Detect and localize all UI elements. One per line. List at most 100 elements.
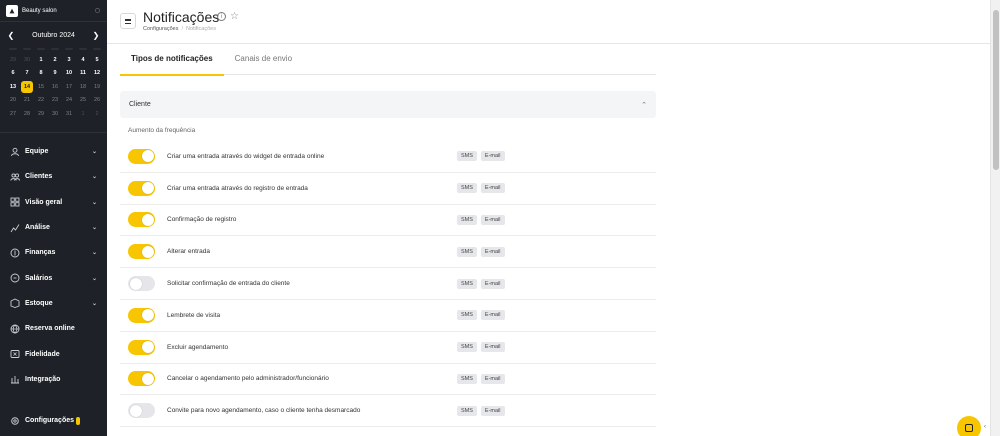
- menu-toggle-button[interactable]: [120, 13, 136, 29]
- scrollbar-thumb[interactable]: [993, 10, 999, 170]
- email-chip[interactable]: E-mail: [480, 342, 505, 353]
- tab-notification-types[interactable]: Tipos de notificações: [120, 44, 224, 76]
- calendar-day-number: 6: [11, 70, 15, 77]
- calendar-day[interactable]: 7: [20, 67, 34, 81]
- calendar-day[interactable]: 25: [76, 94, 90, 108]
- sidebar-item-equipe[interactable]: Equipe ⌄: [0, 139, 107, 164]
- calendar-day[interactable]: 1: [76, 107, 90, 121]
- sidebar-item-clientes[interactable]: Clientes ⌄: [0, 164, 107, 189]
- calendar-day[interactable]: 22: [34, 94, 48, 108]
- calendar-day[interactable]: 29: [34, 107, 48, 121]
- email-chip[interactable]: E-mail: [480, 151, 505, 162]
- calendar-day[interactable]: 19: [90, 80, 104, 94]
- sidebar-item-estoque[interactable]: Estoque ⌄: [0, 291, 107, 316]
- sidebar-item-fidelidade[interactable]: Fidelidade: [0, 341, 107, 366]
- calendar-day[interactable]: 26: [90, 94, 104, 108]
- sidebar-item-integracao[interactable]: Integração: [0, 367, 107, 392]
- calendar-day[interactable]: 24: [62, 94, 76, 108]
- calendar-day[interactable]: 29: [6, 53, 20, 67]
- calendar-day[interactable]: 17: [62, 80, 76, 94]
- calendar-day-number: 2: [95, 110, 99, 117]
- sms-chip[interactable]: SMS: [457, 373, 477, 384]
- calendar-day-number: 15: [37, 83, 45, 90]
- calendar-day[interactable]: 16: [48, 80, 62, 94]
- sms-chip[interactable]: SMS: [457, 214, 477, 225]
- star-icon[interactable]: ☆: [230, 12, 239, 22]
- page-scrollbar[interactable]: [990, 0, 1000, 436]
- sms-chip[interactable]: SMS: [457, 278, 477, 289]
- calendar-day[interactable]: 31: [62, 107, 76, 121]
- sms-chip[interactable]: SMS: [457, 183, 477, 194]
- email-chip[interactable]: E-mail: [480, 214, 505, 225]
- section-header-cliente[interactable]: Cliente ⌃: [120, 91, 656, 118]
- calendar-day[interactable]: 13: [6, 80, 20, 94]
- sms-chip[interactable]: SMS: [457, 151, 477, 162]
- calendar-day[interactable]: 12: [90, 67, 104, 81]
- calendar-day-number: 18: [79, 83, 87, 90]
- calendar-day[interactable]: 30: [48, 107, 62, 121]
- calendar-day[interactable]: 15: [34, 80, 48, 94]
- sidebar-item-reserva-online[interactable]: Reserva online: [0, 316, 107, 341]
- sidebar-item-financas[interactable]: Finanças ⌄: [0, 240, 107, 265]
- email-chip[interactable]: E-mail: [480, 373, 505, 384]
- calendar-day[interactable]: 20: [6, 94, 20, 108]
- calendar-day-number: 11: [80, 70, 86, 77]
- calendar-day-today[interactable]: 14: [20, 80, 34, 94]
- notification-toggle[interactable]: [128, 276, 155, 292]
- toggle-knob: [141, 341, 154, 354]
- calendar-day[interactable]: 1: [34, 53, 48, 67]
- calendar-month: Outubro 2024: [32, 31, 75, 39]
- calendar-day[interactable]: 2: [90, 107, 104, 121]
- notification-toggle[interactable]: [128, 307, 155, 323]
- chevron-right-icon[interactable]: ❯: [91, 30, 101, 40]
- email-chip[interactable]: E-mail: [480, 278, 505, 289]
- calendar-day[interactable]: 5: [90, 53, 104, 67]
- brand-bar[interactable]: Beauty salon: [0, 0, 107, 22]
- sidebar-item-settings[interactable]: Configurações: [0, 408, 107, 433]
- subsection-title: Aumento da frequência: [128, 127, 196, 134]
- calendar-day[interactable]: 10: [62, 67, 76, 81]
- notification-toggle[interactable]: [128, 339, 155, 355]
- calendar-day[interactable]: 18: [76, 80, 90, 94]
- notification-toggle[interactable]: [128, 403, 155, 419]
- calendar-day[interactable]: 3: [62, 53, 76, 67]
- chat-button[interactable]: [957, 416, 981, 436]
- sms-chip[interactable]: SMS: [457, 310, 477, 321]
- calendar-day[interactable]: 30: [20, 53, 34, 67]
- notification-toggle[interactable]: [128, 180, 155, 196]
- calendar-day[interactable]: 21: [20, 94, 34, 108]
- calendar-day[interactable]: 2: [48, 53, 62, 67]
- sidebar-item-visao-geral[interactable]: Visão geral ⌄: [0, 190, 107, 215]
- calendar-day[interactable]: 8: [34, 67, 48, 81]
- calendar-day[interactable]: 28: [20, 107, 34, 121]
- calendar-day[interactable]: 27: [6, 107, 20, 121]
- breadcrumb-item-current: Notificações: [186, 26, 216, 32]
- calendar-day[interactable]: 9: [48, 67, 62, 81]
- email-chip[interactable]: E-mail: [480, 405, 505, 416]
- email-chip[interactable]: E-mail: [480, 246, 505, 257]
- notification-toggle[interactable]: [128, 148, 155, 164]
- calendar-day[interactable]: 6: [6, 67, 20, 81]
- notification-toggle[interactable]: [128, 371, 155, 387]
- settings-small-icon[interactable]: [94, 7, 101, 14]
- email-chip[interactable]: E-mail: [480, 310, 505, 321]
- sidebar-item-label: Análise: [25, 224, 50, 232]
- sms-chip[interactable]: SMS: [457, 246, 477, 257]
- breadcrumb-item-settings[interactable]: Configurações: [143, 26, 178, 32]
- sidebar-item-analise[interactable]: Análise ⌄: [0, 215, 107, 240]
- calendar-day[interactable]: 23: [48, 94, 62, 108]
- calendar-day[interactable]: 4: [76, 53, 90, 67]
- sms-chip[interactable]: SMS: [457, 405, 477, 416]
- chevron-left-icon[interactable]: ‹: [984, 424, 986, 430]
- chevron-left-icon[interactable]: ❮: [6, 30, 16, 40]
- chevron-down-icon: ⌄: [91, 225, 97, 232]
- tab-send-channels[interactable]: Canais de envio: [224, 44, 303, 75]
- notification-toggle[interactable]: [128, 244, 155, 260]
- calendar-day[interactable]: 11: [76, 67, 90, 81]
- email-chip[interactable]: E-mail: [480, 183, 505, 194]
- sms-chip[interactable]: SMS: [457, 342, 477, 353]
- salary-icon: [10, 273, 20, 283]
- sidebar-item-salarios[interactable]: Salários ⌄: [0, 265, 107, 290]
- info-icon[interactable]: i: [217, 12, 226, 21]
- notification-toggle[interactable]: [128, 212, 155, 228]
